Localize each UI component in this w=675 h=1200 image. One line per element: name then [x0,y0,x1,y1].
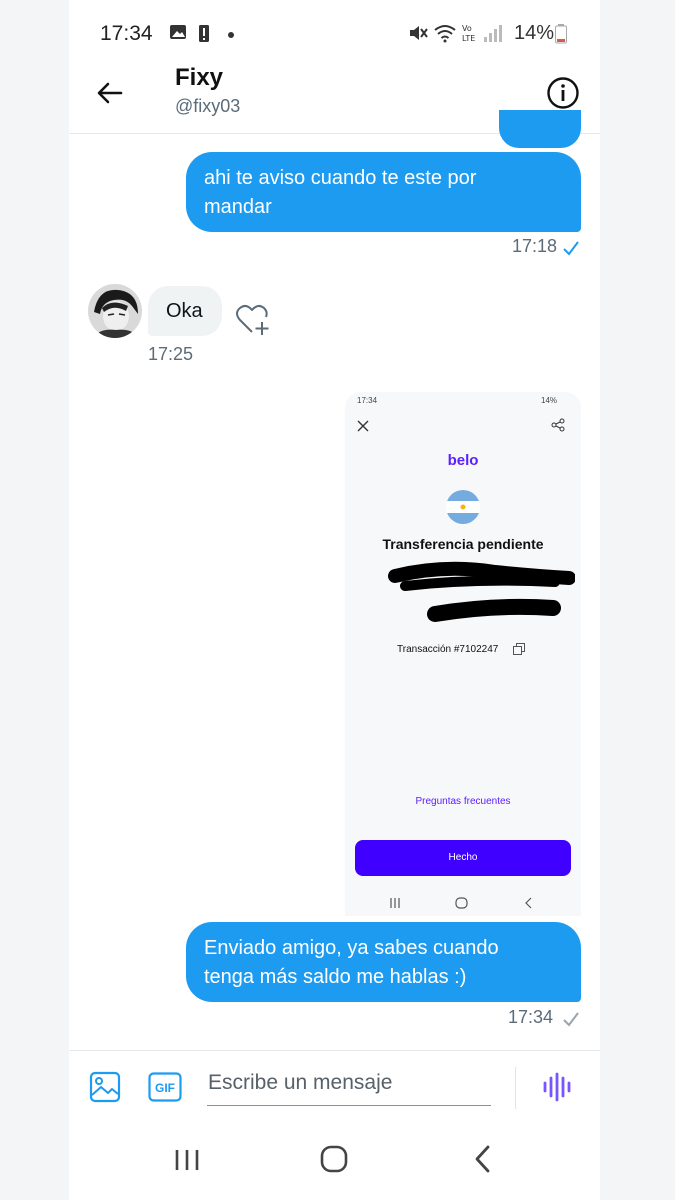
transfer-status-title: Transferencia pendiente [382,536,544,552]
attachment-battery: 14% [541,396,558,405]
battery-percent: 14% [514,22,555,44]
svg-text:Vo: Vo [462,24,472,33]
copy-icon [513,643,525,655]
input-underline [207,1105,491,1106]
svg-text:LTE: LTE [462,34,475,43]
info-icon[interactable] [546,76,580,110]
contact-name[interactable]: Fixy [175,64,223,92]
argentina-flag-icon [446,490,480,524]
message-input[interactable]: Escribe un mensaje [208,1071,392,1095]
message-composer: GIF Escribe un mensaje [69,1050,600,1126]
dot-icon [228,32,234,38]
battery-alert-icon [199,25,209,42]
signal-icon [484,25,502,42]
message-text: mandar [204,196,272,218]
attachment-status-time: 17:34 [357,396,378,405]
image-attachment[interactable]: 17:34 14% belo Transferencia pendiente T… [345,392,581,916]
contact-avatar[interactable] [88,284,142,338]
home-icon[interactable] [319,1144,349,1174]
gif-icon[interactable]: GIF [148,1072,182,1102]
back-arrow-icon[interactable] [95,78,125,108]
voice-icon[interactable] [542,1071,572,1103]
mute-icon [410,26,428,40]
dm-screen: 17:34 Vo LTE 14% Fixy @fixy03 ahi te avi… [69,0,600,1200]
share-icon [551,418,565,432]
svg-text:GIF: GIF [155,1081,175,1095]
transaction-number: Transacción #7102247 [397,644,499,655]
message-text: Oka [166,300,203,322]
composer-divider [515,1067,516,1109]
system-nav-bar [69,1126,600,1200]
image-icon[interactable] [89,1071,121,1103]
recent-apps-icon[interactable] [173,1146,201,1174]
previous-message-edge [499,110,581,148]
nav-back-icon[interactable] [471,1144,495,1174]
message-time: 17:25 [148,344,194,364]
contact-handle: @fixy03 [175,96,241,116]
heart-plus-icon[interactable] [235,303,271,337]
close-icon [357,420,369,432]
message-text: ahi te aviso cuando te este por [204,167,477,189]
status-time: 17:34 [100,22,153,45]
message-bubble-sent[interactable]: ahi te aviso cuando te este por mandar [186,152,581,232]
read-check-icon [563,241,579,256]
wifi-icon [434,25,456,43]
message-time: 17:34 [508,1007,554,1027]
belo-logo: belo [447,452,479,469]
battery-icon [555,24,567,44]
done-button: Hecho [355,840,571,876]
attachment-nav-bar [390,897,532,909]
faq-link: Preguntas frecuentes [415,796,511,807]
volte-icon: Vo LTE [462,24,475,43]
redaction-scribble [388,561,575,622]
message-bubble-sent[interactable]: Enviado amigo, ya sabes cuando tenga más… [186,922,581,1002]
message-bubble-received[interactable]: Oka [148,286,222,336]
gallery-notification-icon [170,25,186,39]
sent-check-icon [563,1012,579,1027]
message-text: Enviado amigo, ya sabes cuando [204,937,499,959]
message-text: tenga más saldo me hablas :) [204,966,467,988]
message-time: 17:18 [512,236,558,256]
